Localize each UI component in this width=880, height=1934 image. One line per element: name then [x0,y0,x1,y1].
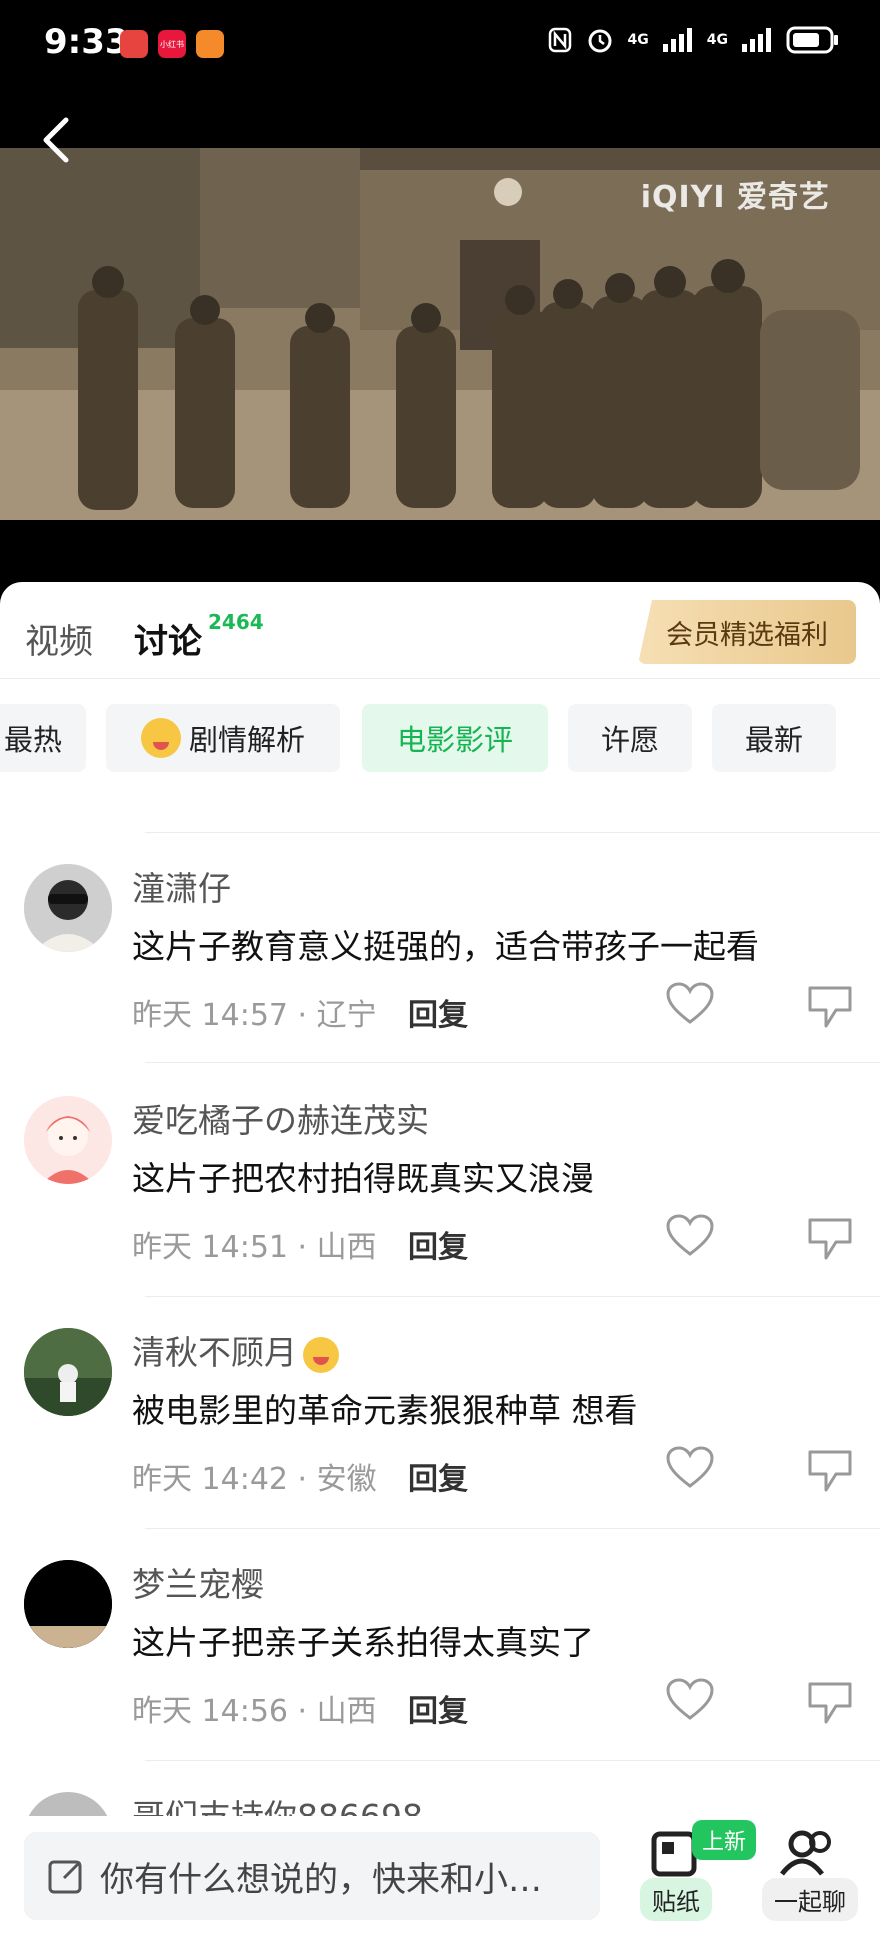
network-label-1: 4G [627,32,649,48]
chip-wish-label: 许愿 [600,723,659,757]
comment-username-text: 清秋不顾月 [132,1333,297,1372]
chip-plot-analysis[interactable]: 剧情解析 [106,704,340,772]
avatar-image [24,1096,112,1184]
video-player[interactable] [0,90,880,582]
chat-together-button[interactable]: 一起聊 [762,1828,858,1921]
dislike-icon[interactable] [806,1446,856,1494]
orange-app-icon [196,30,224,58]
emoji-laugh-icon [303,1336,339,1373]
dislike-icon[interactable] [806,1678,856,1726]
avatar[interactable] [24,864,112,952]
comment-username[interactable]: 梦兰宠樱 [132,1558,264,1606]
edit-icon [48,1860,82,1894]
status-time: 9:33 [44,22,129,62]
mail-app-icon [120,30,148,58]
like-heart-icon[interactable] [666,1678,714,1722]
comment-username[interactable]: 清秋不顾月 [132,1326,339,1374]
sticker-label: 贴纸 [640,1878,712,1921]
like-heart-icon[interactable] [666,1214,714,1258]
comment-username[interactable]: 潼潇仔 [132,862,231,910]
comment-meta: 昨天 14:42 · 安徽 [132,1462,377,1497]
bottom-bar: 你有什么想说的，快来和小… 贴纸 上新 一起聊 [0,1816,880,1934]
comment-item: 清秋不顾月 被电影里的革命元素狠狠种草 想看 昨天 14:42 · 安徽 回复 [0,1296,880,1526]
reply-button[interactable]: 回复 [408,1686,468,1730]
tab-discussion[interactable]: 讨论 [134,614,202,663]
comment-text: 这片子把亲子关系拍得太真实了 [132,1623,594,1662]
comment-text: 这片子教育意义挺强的，适合带孩子一起看 [132,927,759,966]
comment-text: 这片子把农村拍得既真实又浪漫 [132,1159,594,1198]
comment-meta: 昨天 14:56 · 山西 [132,1694,377,1729]
dislike-icon[interactable] [806,982,856,1030]
discussion-count: 2464 [208,610,264,634]
avatar[interactable] [24,1560,112,1648]
comment-meta: 昨天 14:57 · 辽宁 [132,998,377,1033]
video-frame [0,148,880,520]
filter-chips: 最热 剧情解析 电影影评 许愿 最新 [0,704,880,774]
vip-benefits-button[interactable]: 会员精选福利 [638,600,856,664]
chip-movie-review-label: 电影影评 [396,723,513,757]
discussion-panel: 视频 讨论 2464 会员精选福利 最热 剧情解析 电影影评 许愿 最新 潼潇仔… [0,582,880,1934]
chip-wish[interactable]: 许愿 [568,704,692,772]
people-icon [780,1830,831,1876]
reply-button[interactable]: 回复 [408,1454,468,1498]
avatar-image [24,1328,112,1416]
comment-meta: 昨天 14:51 · 山西 [132,1230,377,1265]
emoji-tongue-icon [140,718,181,758]
sticker-new-badge: 上新 [692,1820,757,1860]
iqiyi-watermark: iQIYI 爱奇艺 [640,180,830,215]
status-app-icons: 小红书 [120,30,224,58]
chip-latest-label: 最新 [744,723,803,757]
status-bar: 9:33 小红书 4G 4G [0,0,880,90]
chip-plot-analysis-label: 剧情解析 [188,723,305,757]
reply-button[interactable]: 回复 [408,990,468,1034]
comment-text: 被电影里的革命元素狠狠种草 想看 [132,1391,638,1430]
comment-item: 梦兰宠樱 这片子把亲子关系拍得太真实了 昨天 14:56 · 山西 回复 [0,1528,880,1758]
reply-button[interactable]: 回复 [408,1222,468,1266]
status-right: 4G 4G [548,26,840,54]
divider [145,1062,880,1063]
network-label-2: 4G [706,32,728,48]
nfc-icon [548,27,571,53]
avatar[interactable] [24,1328,112,1416]
alarm-icon [588,29,612,53]
xiaohongshu-label: 小红书 [160,39,184,49]
avatar-image [24,864,112,952]
comment-input[interactable]: 你有什么想说的，快来和小… [24,1832,600,1920]
comment-input-placeholder: 你有什么想说的，快来和小… [100,1859,542,1900]
comment-item: 爱吃橘子の赫连茂实 这片子把农村拍得既真实又浪漫 昨天 14:51 · 山西 回… [0,1064,880,1294]
comment-username[interactable]: 爱吃橘子の赫连茂实 [132,1094,429,1142]
battery-icon [786,26,838,54]
comment-item: 潼潇仔 这片子教育意义挺强的，适合带孩子一起看 昨天 14:57 · 辽宁 回复 [0,832,880,1062]
tab-video[interactable]: 视频 [25,614,93,663]
signal-icon-2 [742,28,771,52]
avatar[interactable] [24,1096,112,1184]
signal-icon-1 [662,28,692,52]
like-heart-icon[interactable] [666,982,714,1026]
xiaohongshu-icon: 小红书 [158,30,186,58]
chip-hottest[interactable]: 最热 [0,704,86,772]
chip-hottest-label: 最热 [3,723,62,757]
tab-bar: 视频 讨论 2464 会员精选福利 [0,582,880,679]
dislike-icon[interactable] [806,1214,856,1262]
chip-latest[interactable]: 最新 [712,704,836,772]
chat-together-label: 一起聊 [762,1878,858,1921]
back-button[interactable] [36,110,76,170]
chip-movie-review[interactable]: 电影影评 [362,704,548,772]
like-heart-icon[interactable] [666,1446,714,1490]
back-arrow-icon [43,117,69,163]
avatar-image [24,1560,112,1648]
